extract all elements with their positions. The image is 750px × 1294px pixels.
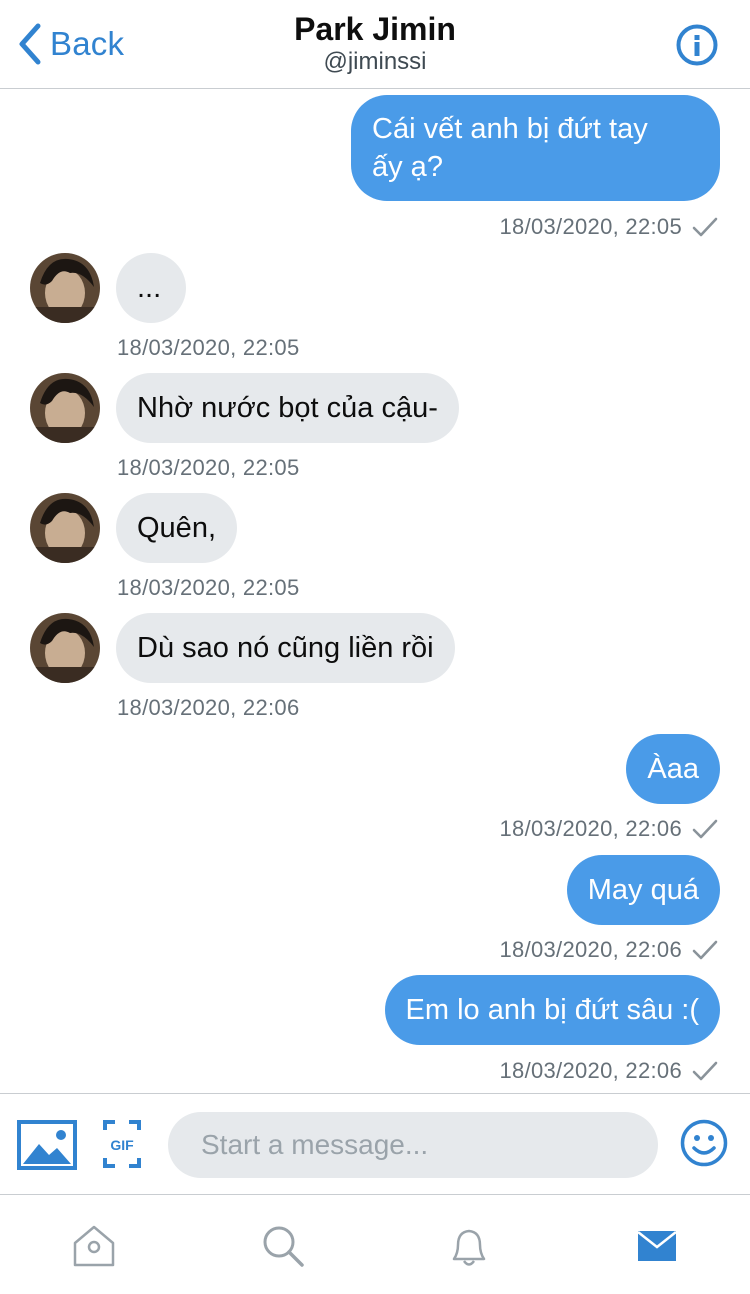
message-timestamp: 18/03/2020, 22:05 [117, 455, 300, 480]
emoji-icon[interactable] [680, 1119, 728, 1167]
message-bubble[interactable]: Nhờ nước bọt của cậu- [116, 373, 459, 443]
incoming-message: Quên, [116, 493, 237, 563]
message-list[interactable]: Cái vết anh bị đứt tay ấy ạ? 18/03/2020,… [0, 89, 750, 1093]
message-bubble[interactable]: May quá [566, 855, 720, 925]
timestamp-text: 18/03/2020, 22:06 [499, 816, 682, 841]
avatar[interactable] [30, 613, 100, 683]
contact-name: Park Jimin [294, 11, 456, 47]
message-timestamp: 18/03/2020, 22:05 [117, 335, 300, 360]
message-bubble[interactable]: Quên, [116, 493, 237, 563]
incoming-message: Nhờ nước bọt của cậu- [116, 373, 459, 443]
gif-icon[interactable]: GIF [103, 1120, 141, 1168]
message-bubble[interactable]: Em lo anh bị đứt sâu :( [384, 975, 720, 1045]
message-timestamp: 18/03/2020, 22:06 [500, 937, 719, 963]
message-timestamp: 18/03/2020, 22:06 [117, 695, 300, 720]
image-icon[interactable] [17, 1120, 77, 1170]
avatar[interactable] [30, 373, 100, 443]
mail-icon[interactable] [634, 1223, 680, 1269]
message-composer: GIF [0, 1093, 750, 1194]
timestamp-text: 18/03/2020, 22:06 [499, 937, 682, 962]
message-timestamp: 18/03/2020, 22:06 [500, 816, 719, 842]
message-bubble[interactable]: Cái vết anh bị đứt tay ấy ạ? [351, 95, 720, 201]
message-input[interactable] [168, 1112, 658, 1178]
outgoing-message: Cái vết anh bị đứt tay ấy ạ? [351, 95, 720, 201]
incoming-message: ... [116, 253, 186, 323]
gif-label: GIF [110, 1137, 134, 1153]
checkmark-icon [692, 940, 718, 960]
outgoing-message: Em lo anh bị đứt sâu :( [384, 975, 720, 1045]
outgoing-message: May quá [566, 855, 720, 925]
message-text-line: ấy ạ? [372, 151, 443, 183]
tab-bar [0, 1194, 750, 1294]
message-timestamp: 18/03/2020, 22:05 [117, 575, 300, 600]
message-timestamp: 18/03/2020, 22:05 [500, 214, 719, 240]
contact-handle: @jiminssi [323, 48, 427, 75]
checkmark-icon [692, 1061, 718, 1081]
bell-icon[interactable] [446, 1223, 492, 1269]
info-icon[interactable] [676, 24, 718, 66]
home-icon[interactable] [71, 1223, 117, 1269]
chat-header: Back Park Jimin @jiminssi [0, 0, 750, 89]
message-bubble[interactable]: Àaa [626, 734, 720, 804]
message-bubble[interactable]: Dù sao nó cũng liền rồi [116, 613, 455, 683]
conversation-title[interactable]: Park Jimin @jiminssi [0, 10, 750, 76]
incoming-message: Dù sao nó cũng liền rồi [116, 613, 455, 683]
message-timestamp: 18/03/2020, 22:06 [500, 1058, 719, 1084]
avatar[interactable] [30, 493, 100, 563]
timestamp-text: 18/03/2020, 22:05 [499, 214, 682, 239]
outgoing-message: Àaa [626, 734, 720, 804]
search-icon[interactable] [260, 1223, 306, 1269]
checkmark-icon [692, 819, 718, 839]
timestamp-text: 18/03/2020, 22:06 [499, 1058, 682, 1083]
avatar[interactable] [30, 253, 100, 323]
message-text-line: Cái vết anh bị đứt tay [372, 113, 648, 145]
checkmark-icon [692, 217, 718, 237]
message-bubble[interactable]: ... [116, 253, 186, 323]
